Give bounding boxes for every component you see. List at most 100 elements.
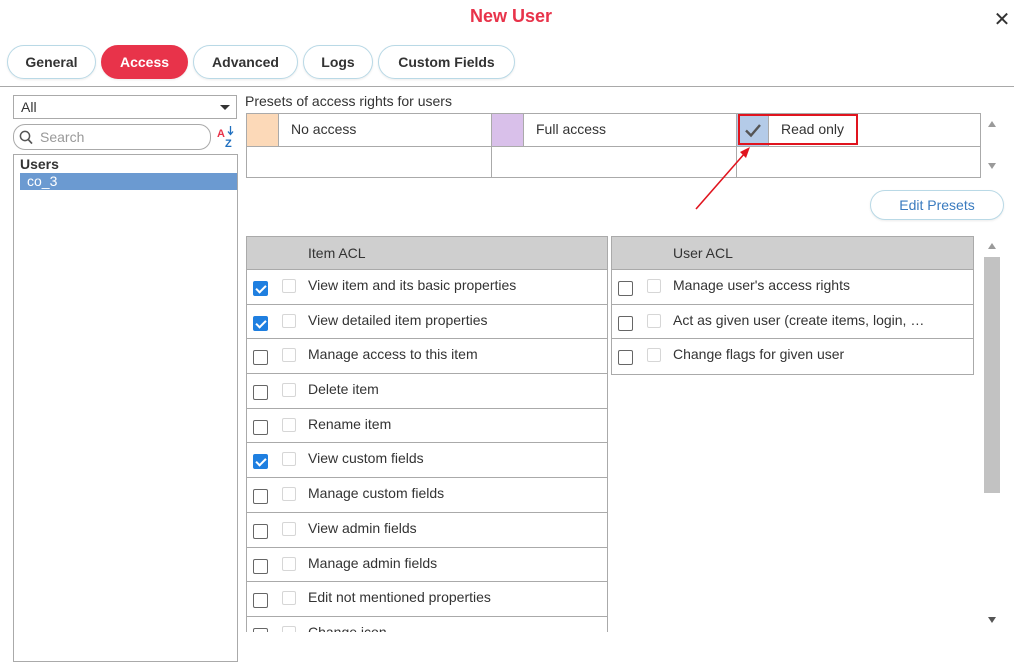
item-acl-row[interactable]: View custom fields [247, 443, 607, 479]
scroll-up-icon [988, 121, 996, 127]
item-acl-label: Delete item [308, 381, 379, 398]
item-acl-deny-checkbox[interactable] [282, 452, 296, 467]
item-acl-label: Change icon [308, 623, 387, 632]
preset-empty-cell [492, 146, 737, 178]
item-acl-label: View item and its basic properties [308, 277, 517, 293]
item-acl-deny-checkbox[interactable] [282, 625, 296, 632]
item-acl-row[interactable]: View item and its basic properties [247, 270, 607, 305]
acl-scrollbar[interactable] [984, 236, 1000, 632]
item-acl-checkbox[interactable] [253, 315, 268, 331]
item-acl-row[interactable]: View admin fields [247, 513, 607, 548]
users-list[interactable]: Users co_3 [13, 154, 238, 662]
item-acl-row[interactable]: Manage custom fields [247, 478, 607, 513]
item-acl-checkbox[interactable] [253, 523, 268, 539]
scroll-down-icon [988, 163, 996, 169]
user-list-item-selected[interactable]: co_3 [20, 173, 237, 190]
acl-area: Item ACL View item and its basic propert… [246, 236, 981, 632]
dialog-title: New User [469, 6, 553, 26]
item-acl-header: Item ACL [247, 237, 607, 270]
scroll-down-icon [988, 617, 996, 623]
item-acl-checkbox[interactable] [253, 281, 268, 296]
item-acl-deny-checkbox[interactable] [282, 313, 296, 328]
user-acl-row[interactable]: Act as given user (create items, login, … [612, 305, 973, 340]
item-acl-table: Item ACL View item and its basic propert… [246, 236, 608, 632]
item-acl-checkbox[interactable] [253, 419, 268, 435]
close-button[interactable]: ✕ [990, 8, 1014, 32]
user-acl-deny-checkbox[interactable] [647, 348, 661, 363]
edit-presets-button[interactable]: Edit Presets [870, 190, 1004, 220]
item-acl-row[interactable]: Manage access to this item [247, 339, 607, 375]
item-acl-row[interactable]: Change icon [247, 617, 607, 632]
user-filter-select[interactable]: All [13, 95, 237, 119]
preset-read-only[interactable]: Read only [737, 114, 981, 146]
preset-no-access[interactable]: No access [247, 114, 492, 146]
item-acl-deny-checkbox[interactable] [282, 417, 296, 432]
dropdown-arrow-icon [220, 105, 230, 110]
item-acl-row[interactable]: Rename item [247, 409, 607, 444]
preset-color-swatch [492, 114, 524, 146]
item-acl-label: View custom fields [308, 450, 424, 467]
tab-advanced[interactable]: Advanced [193, 45, 298, 79]
user-acl-checkbox[interactable] [618, 350, 633, 366]
tab-logs[interactable]: Logs [303, 45, 373, 79]
item-acl-label: View detailed item properties [308, 311, 488, 328]
item-acl-deny-checkbox[interactable] [282, 521, 296, 536]
item-acl-checkbox[interactable] [253, 385, 268, 401]
sort-az-icon[interactable]: A Z [216, 125, 236, 149]
item-acl-row[interactable]: Manage admin fields [247, 548, 607, 583]
user-acl-checkbox[interactable] [618, 315, 633, 331]
item-acl-checkbox[interactable] [253, 454, 268, 470]
item-acl-deny-checkbox[interactable] [282, 279, 296, 293]
preset-label: No access [291, 121, 357, 137]
svg-text:Z: Z [225, 138, 232, 149]
item-acl-label: Edit not mentioned properties [308, 589, 491, 606]
tab-custom-fields[interactable]: Custom Fields [378, 45, 515, 79]
close-icon: ✕ [993, 9, 1011, 31]
item-acl-deny-checkbox[interactable] [282, 383, 296, 398]
user-acl-deny-checkbox[interactable] [647, 313, 661, 328]
item-acl-deny-checkbox[interactable] [282, 487, 296, 502]
preset-label: Full access [536, 121, 607, 137]
search-input[interactable] [38, 127, 203, 147]
svg-text:A: A [217, 128, 225, 140]
item-acl-label: View admin fields [308, 519, 417, 536]
preset-full-access[interactable]: Full access [492, 114, 737, 146]
user-acl-row[interactable]: Change flags for given user [612, 339, 973, 374]
users-list-header: Users [20, 156, 59, 172]
presets-scrollbar[interactable] [984, 113, 1000, 178]
user-acl-checkbox[interactable] [618, 281, 633, 296]
tab-access[interactable]: Access [101, 45, 188, 79]
item-acl-label: Manage admin fields [308, 554, 438, 571]
tab-general[interactable]: General [7, 45, 96, 79]
item-acl-deny-checkbox[interactable] [282, 556, 296, 571]
item-acl-label: Manage custom fields [308, 485, 445, 502]
item-acl-checkbox[interactable] [253, 350, 268, 366]
user-acl-label: Change flags for given user [673, 346, 845, 363]
user-acl-row[interactable]: Manage user's access rights [612, 270, 973, 305]
item-acl-checkbox[interactable] [253, 627, 268, 632]
scrollbar-thumb[interactable] [984, 257, 1000, 493]
item-acl-deny-checkbox[interactable] [282, 591, 296, 606]
item-acl-row[interactable]: Edit not mentioned properties [247, 582, 607, 617]
preset-label: Read only [781, 121, 845, 137]
preset-color-swatch [247, 114, 279, 146]
item-acl-row[interactable]: Delete item [247, 374, 607, 409]
presets-label: Presets of access rights for users [245, 93, 452, 109]
user-acl-header: User ACL [612, 237, 973, 270]
user-acl-table: User ACL Manage user's access rights Act… [611, 236, 974, 376]
user-acl-label: Act as given user (create items, login, … [673, 311, 925, 328]
user-acl-label: Manage user's access rights [673, 277, 850, 293]
item-acl-label: Manage access to this item [308, 346, 478, 363]
search-box[interactable] [13, 124, 211, 150]
item-acl-deny-checkbox[interactable] [282, 348, 296, 363]
item-acl-checkbox[interactable] [253, 489, 268, 505]
item-acl-row[interactable]: View detailed item properties [247, 305, 607, 340]
search-icon [19, 130, 33, 145]
item-acl-checkbox[interactable] [253, 593, 268, 609]
scroll-up-icon [988, 243, 996, 249]
preset-empty-cell [247, 146, 492, 178]
checkmark-icon [745, 124, 761, 138]
user-acl-deny-checkbox[interactable] [647, 279, 661, 293]
presets-grid: No access Full access Read only [246, 113, 981, 178]
item-acl-checkbox[interactable] [253, 558, 268, 574]
